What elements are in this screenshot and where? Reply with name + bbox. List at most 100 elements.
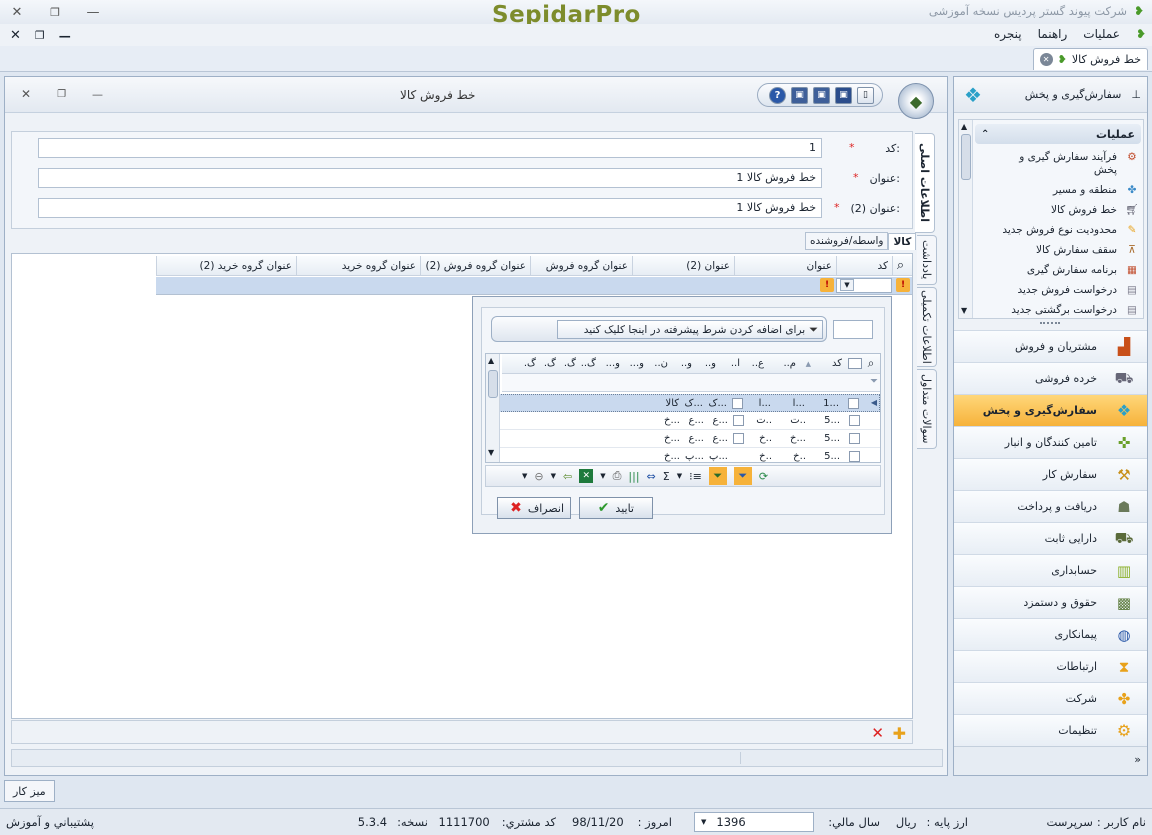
lookup-col-3[interactable]: ا.. <box>719 358 743 369</box>
filter-icon[interactable]: ⏷ <box>708 467 727 485</box>
lookup-search-icon[interactable]: ⌕ <box>862 356 880 371</box>
scroll-down-icon[interactable]: ▼ <box>961 306 967 315</box>
excel-icon[interactable]: ✕ <box>579 469 594 483</box>
fit-width-icon[interactable]: ⇔ <box>647 470 656 483</box>
col-code[interactable]: کد <box>836 256 892 275</box>
op-item-sales-process[interactable]: ⚙ فرآیند سفارش گیری و پخش <box>977 148 1141 180</box>
tab-extra-info[interactable]: اطلاعات تکمیلی <box>917 287 937 367</box>
tab-faq[interactable]: سوالات متداول <box>917 369 937 449</box>
op-item-new-sale-request[interactable]: ▤ درخواست فروش جدید <box>977 280 1141 300</box>
row-checkbox[interactable] <box>848 398 859 409</box>
restore-icon[interactable]: ❐ <box>35 29 45 42</box>
col-buy-group2[interactable]: عنوان گروه خرید (2) <box>156 256 296 275</box>
dropdown-icon[interactable]: ▼ <box>551 472 556 480</box>
expand-icon[interactable]: » <box>1134 753 1141 766</box>
dropdown-icon[interactable]: ▼ <box>840 279 854 291</box>
nav-customers-sales[interactable]: ▟ مشتریان و فروش <box>954 330 1147 362</box>
lookup-col-10[interactable]: گ. <box>559 358 579 369</box>
new-document-icon[interactable]: ▯ <box>857 86 874 104</box>
filter-icon[interactable]: ⏷ <box>733 467 752 485</box>
lookup-row[interactable]: ◀ 1... ا... ا... ک... ک... کالا <box>488 394 880 412</box>
restore-icon[interactable]: ❐ <box>46 3 64 21</box>
col-sales-group[interactable]: عنوان گروه فروش <box>530 256 632 275</box>
operations-header[interactable]: عملیات ⌃ <box>975 124 1141 144</box>
print-icon[interactable]: ⎙ <box>613 469 622 483</box>
delete-row-icon[interactable]: ✕ <box>871 724 884 742</box>
scroll-thumb[interactable] <box>961 134 971 180</box>
close-icon[interactable]: ✕ <box>21 87 31 101</box>
op-item-region-route[interactable]: ✤ منطقه و مسیر <box>977 180 1141 200</box>
scroll-up-icon[interactable]: ▲ <box>961 122 967 131</box>
save-close-icon[interactable]: ▣ <box>791 86 808 104</box>
splitter-grip[interactable] <box>1040 322 1060 325</box>
lookup-col-code[interactable]: کد <box>811 358 845 369</box>
menu-item-operations[interactable]: عملیات <box>1083 27 1120 41</box>
lookup-col-2[interactable]: ع.. <box>743 358 767 369</box>
close-icon[interactable]: ✕ <box>10 28 21 43</box>
op-item-new-return-request[interactable]: ▤ درخواست برگشتی جدید <box>977 300 1141 320</box>
lookup-col-1[interactable]: م.. <box>767 358 799 369</box>
scroll-thumb[interactable] <box>488 370 498 398</box>
scroll-down-icon[interactable]: ▼ <box>488 448 494 457</box>
nav-work-orders[interactable]: ⚒ سفارش کار <box>954 458 1147 490</box>
op-item-order-plan[interactable]: ▦ برنامه سفارش گیری <box>977 260 1141 280</box>
lookup-row[interactable]: 5... خ... خ.. ع... ع... خ... <box>488 430 880 448</box>
collapse-icon[interactable]: ⌃ <box>981 129 989 140</box>
pin-icon[interactable]: ⊥ <box>1131 88 1141 101</box>
col-sales-group2[interactable]: عنوان گروه فروش (2) <box>420 256 530 275</box>
doc-tab-sales-line[interactable]: خط فروش کالا ❥ ✕ <box>1032 48 1148 70</box>
row-checkbox[interactable] <box>732 398 743 409</box>
lookup-row[interactable]: 5... ت.. ت.. ع... ع... خ... <box>488 412 880 430</box>
dropdown-icon[interactable]: ▼ <box>522 472 527 480</box>
fiscal-year-select[interactable]: ▼ 1396 <box>694 812 814 832</box>
nav-company[interactable]: ✤ شرکت <box>954 682 1147 714</box>
col-buy-group[interactable]: عنوان گروه خرید <box>296 256 420 275</box>
minimize-icon[interactable]: — <box>84 3 102 21</box>
title-field[interactable]: خط فروش کالا 1 <box>38 168 822 188</box>
group-icon[interactable]: ⁝≡ <box>689 470 702 483</box>
lookup-filter-row[interactable]: ⏷ <box>502 374 880 392</box>
row-checkbox[interactable] <box>849 451 860 462</box>
nav-accounting[interactable]: ▥ حسابداری <box>954 554 1147 586</box>
op-item-sales-line[interactable]: 🛒︎ خط فروش کالا <box>977 200 1141 220</box>
minimize-icon[interactable]: — <box>92 88 103 101</box>
menu-item-window[interactable]: پنجره <box>994 27 1022 41</box>
sub-tab-goods[interactable]: کالا <box>888 232 917 250</box>
operations-scrollbar[interactable]: ▲ ▼ <box>959 120 973 318</box>
nav-ordering-distribution[interactable]: ❖ سفارش‌گیری و پخش <box>954 394 1147 426</box>
row-checkbox[interactable] <box>849 415 860 426</box>
scroll-up-icon[interactable]: ▲ <box>488 356 494 365</box>
add-row-icon[interactable]: ✚ <box>893 724 906 743</box>
support-link[interactable]: پشتيباني و آموزش <box>6 815 94 829</box>
dropdown-icon[interactable]: ▼ <box>600 472 605 480</box>
help-icon[interactable]: ? <box>769 86 786 104</box>
minimize-icon[interactable]: — <box>59 29 71 43</box>
close-icon[interactable]: ✕ <box>8 3 26 21</box>
nav-suppliers-warehouse[interactable]: ✜ تامین کنندگان و انبار <box>954 426 1147 458</box>
lookup-col-9[interactable]: گ.. <box>579 358 599 369</box>
select-all-checkbox[interactable] <box>848 358 862 369</box>
nav-fixed-assets[interactable]: ⛟ دارایی ثابت <box>954 522 1147 554</box>
tab-close-icon[interactable]: ✕ <box>1039 53 1053 66</box>
title2-field[interactable]: خط فروش کالا 1 <box>38 198 822 218</box>
row-checkbox[interactable] <box>849 433 860 444</box>
nav-payroll[interactable]: ▩ حقوق و دستمزد <box>954 586 1147 618</box>
code-field[interactable]: 1 <box>38 138 822 158</box>
row-checkbox[interactable] <box>733 433 744 444</box>
nav-receipts-payments[interactable]: ☗ دریافت و پرداخت <box>954 490 1147 522</box>
lookup-scrollbar[interactable]: ▲ ▼ <box>486 354 500 462</box>
save-icon[interactable]: ▣ <box>835 86 852 104</box>
nav-communications[interactable]: ⧗ ارتباطات <box>954 650 1147 682</box>
lookup-col-4[interactable]: و.. <box>695 358 719 369</box>
layout-icon[interactable]: ⊖ <box>534 470 543 483</box>
col-title[interactable]: عنوان <box>734 256 836 275</box>
advanced-filter-button[interactable]: ⏷ برای اضافه کردن شرط پیشرفته در اینجا ک… <box>557 320 823 339</box>
lookup-col-6[interactable]: ن.. <box>647 358 671 369</box>
save-new-icon[interactable]: ▣ <box>813 86 830 104</box>
grid-row-new[interactable]: ! ▼ ! <box>156 277 912 295</box>
refresh-icon[interactable]: ⟳ <box>759 470 768 483</box>
op-item-sale-limit[interactable]: ✎ محدودیت نوع فروش جدید <box>977 220 1141 240</box>
export-icon[interactable]: ⇦ <box>563 470 572 483</box>
restore-icon[interactable]: ❐ <box>57 89 66 100</box>
grid-search-icon[interactable]: ⌕ <box>892 256 912 275</box>
